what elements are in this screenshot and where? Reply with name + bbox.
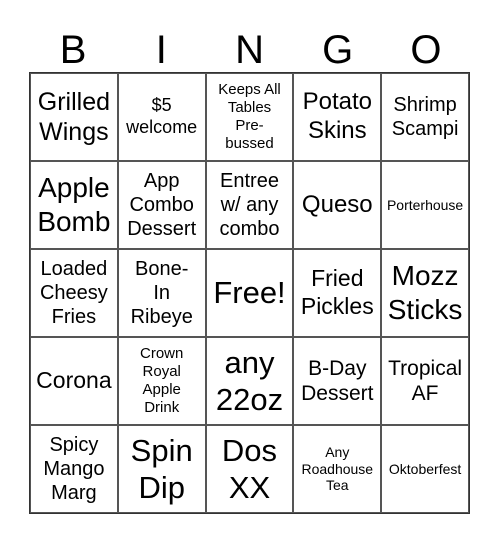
bingo-cell[interactable]: Shrimp Scampi: [381, 73, 469, 161]
bingo-cell[interactable]: $5 welcome: [117, 73, 206, 161]
bingo-cell[interactable]: Dos XX: [205, 425, 294, 513]
bingo-cell[interactable]: Potato Skins: [293, 73, 382, 161]
bingo-cell[interactable]: Queso: [293, 161, 382, 249]
bingo-cell[interactable]: Loaded Cheesy Fries: [30, 249, 118, 337]
bingo-grid: Grilled Wings $5 welcome Keeps All Table…: [29, 72, 470, 514]
bingo-cell[interactable]: any 22oz: [205, 337, 294, 425]
bingo-cell[interactable]: Porterhouse: [381, 161, 469, 249]
bingo-cell[interactable]: Fried Pickles: [293, 249, 382, 337]
bingo-cell[interactable]: Spin Dip: [117, 425, 206, 513]
bingo-cell-free[interactable]: Free!: [205, 249, 294, 337]
bingo-cell[interactable]: Spicy Mango Marg: [30, 425, 118, 513]
header-letter: I: [155, 28, 167, 72]
bingo-cell[interactable]: Corona: [30, 337, 118, 425]
bingo-cell[interactable]: Oktoberfest: [381, 425, 469, 513]
bingo-cell[interactable]: Mozz Sticks: [381, 249, 469, 337]
bingo-cell[interactable]: Apple Bomb: [30, 161, 118, 249]
bingo-cell[interactable]: Any Roadhouse Tea: [293, 425, 382, 513]
bingo-cell[interactable]: App Combo Dessert: [117, 161, 206, 249]
bingo-header: B I N G O: [29, 26, 470, 74]
bingo-cell[interactable]: B-Day Dessert: [293, 337, 382, 425]
bingo-cell[interactable]: Keeps All Tables Pre- bussed: [205, 73, 294, 161]
header-letter: N: [235, 28, 264, 72]
bingo-cell[interactable]: Tropical AF: [381, 337, 469, 425]
bingo-cell[interactable]: Crown Royal Apple Drink: [117, 337, 206, 425]
bingo-cell[interactable]: Grilled Wings: [30, 73, 118, 161]
header-letter: G: [322, 28, 354, 72]
bingo-cell[interactable]: Entree w/ any combo: [205, 161, 294, 249]
header-letter: B: [59, 28, 87, 72]
bingo-cell[interactable]: Bone- In Ribeye: [117, 249, 206, 337]
header-letter: O: [410, 28, 442, 72]
